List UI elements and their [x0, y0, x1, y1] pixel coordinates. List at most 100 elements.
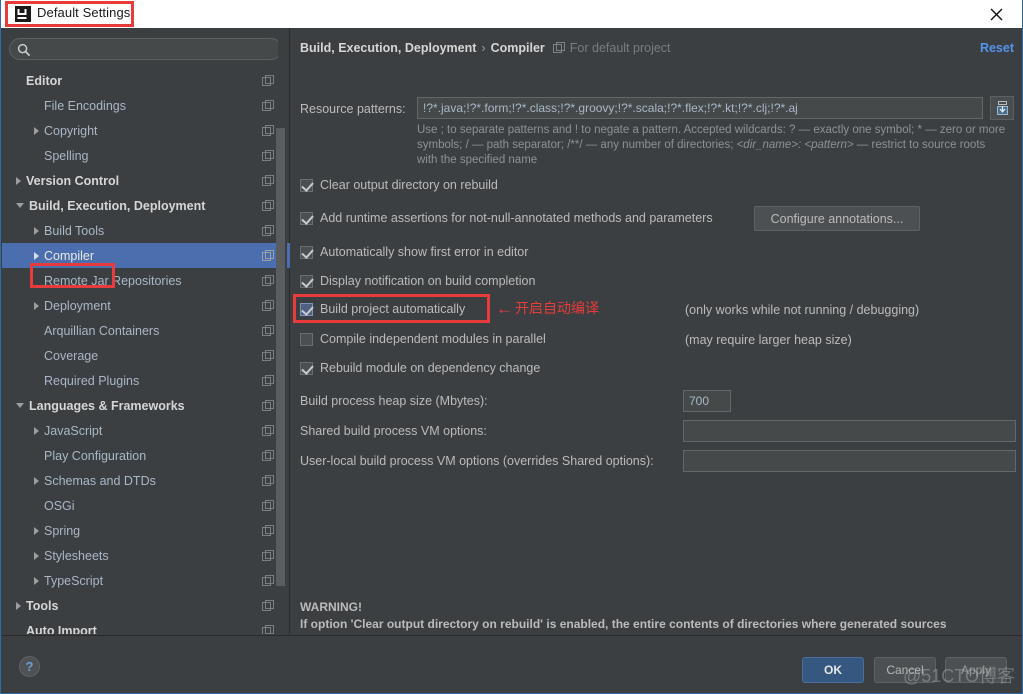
search-input[interactable] [36, 39, 276, 59]
chevron-right-icon[interactable] [34, 552, 39, 560]
search-box[interactable] [9, 38, 282, 60]
help-icon[interactable]: ? [19, 656, 40, 677]
checkbox-display-notification-on-build-completion[interactable]: Display notification on build completion [300, 274, 535, 288]
close-icon[interactable] [976, 0, 1016, 28]
sidebar-item-javascript[interactable]: JavaScript [2, 418, 290, 443]
label-user-local-build-process-vm-options-overrides-shared-options: User-local build process VM options (ove… [300, 454, 654, 468]
chevron-right-icon[interactable] [34, 227, 39, 235]
annotation-arrow-icon: ← [496, 300, 513, 317]
warning-line-1: If option 'Clear output directory on reb… [300, 616, 1015, 633]
sidebar-item-stylesheets[interactable]: Stylesheets [2, 543, 290, 568]
sidebar-item-remote-jar-repositories[interactable]: Remote Jar Repositories [2, 268, 290, 293]
input-user-local-build-process-vm-options-overrides-shared-options[interactable] [683, 450, 1016, 472]
sidebar-item-play-configuration[interactable]: Play Configuration [2, 443, 290, 468]
sidebar-item-label: Languages & Frameworks [29, 399, 185, 413]
chevron-right-icon[interactable] [34, 252, 39, 260]
sidebar-item-spring[interactable]: Spring [2, 518, 290, 543]
chevron-right-icon[interactable] [34, 302, 39, 310]
sidebar-item-spelling[interactable]: Spelling [2, 143, 290, 168]
chevron-right-icon[interactable] [34, 127, 39, 135]
chevron-down-icon[interactable] [16, 403, 24, 408]
compiler-settings-panel: Build, Execution, Deployment › Compiler … [291, 28, 1023, 634]
project-scope-icon [262, 399, 274, 411]
input-shared-build-process-vm-options[interactable] [683, 420, 1016, 442]
chevron-right-icon[interactable] [34, 527, 39, 535]
project-scope-icon [262, 549, 274, 561]
checkbox-rebuild-module-on-dependency-change[interactable]: Rebuild module on dependency change [300, 361, 540, 375]
sidebar-item-arquillian-containers[interactable]: Arquillian Containers [2, 318, 290, 343]
chevron-right-icon[interactable] [34, 427, 39, 435]
project-scope-icon [262, 274, 274, 286]
sidebar-item-copyright[interactable]: Copyright [2, 118, 290, 143]
ok-button[interactable]: OK [802, 657, 864, 683]
sidebar-item-build-tools[interactable]: Build Tools [2, 218, 290, 243]
chevron-right-icon[interactable] [16, 177, 21, 185]
checkbox-box[interactable] [300, 275, 313, 288]
cancel-button[interactable]: Cancel [874, 657, 936, 683]
input-build-process-heap-size-mbytes[interactable] [683, 390, 731, 412]
sidebar-scrollbar-thumb[interactable] [276, 128, 285, 586]
sidebar-item-schemas-and-dtds[interactable]: Schemas and DTDs [2, 468, 290, 493]
sidebar-item-label: Editor [26, 74, 62, 88]
sidebar-item-label: Arquillian Containers [44, 324, 159, 338]
sidebar-item-osgi[interactable]: OSGi [2, 493, 290, 518]
sidebar-item-auto-import[interactable]: Auto Import [2, 618, 290, 634]
sidebar-item-label: TypeScript [44, 574, 103, 588]
project-scope-icon [262, 499, 274, 511]
project-scope-icon [262, 74, 274, 86]
sidebar-item-label: Required Plugins [44, 374, 139, 388]
sidebar-item-editor[interactable]: Editor [2, 68, 290, 93]
sidebar-item-file-encodings[interactable]: File Encodings [2, 93, 290, 118]
sidebar-scrollbar-track[interactable] [278, 28, 287, 594]
hint-line-1: Use ; to separate patterns and ! to nega… [417, 124, 976, 136]
sidebar-item-typescript[interactable]: TypeScript [2, 568, 290, 593]
checkbox-box[interactable] [300, 246, 313, 259]
search-field-wrapper [9, 38, 282, 60]
checkbox-box[interactable] [300, 303, 313, 316]
checkbox-clear-output-directory-on-rebuild[interactable]: Clear output directory on rebuild [300, 178, 498, 192]
checkbox-add-runtime-assertions-for-not-null-annotated-methods-and-parameters[interactable]: Add runtime assertions for not-null-anno… [300, 211, 713, 225]
resource-patterns-input[interactable] [417, 97, 983, 119]
sidebar-item-label: Deployment [44, 299, 111, 313]
checkbox-box[interactable] [300, 212, 313, 225]
sidebar-item-label: Remote Jar Repositories [44, 274, 182, 288]
sidebar-item-compiler[interactable]: Compiler [2, 243, 290, 268]
import-settings-icon[interactable] [990, 96, 1014, 120]
sidebar-item-label: File Encodings [44, 99, 126, 113]
reset-link[interactable]: Reset [980, 41, 1014, 55]
sidebar-item-label: OSGi [44, 499, 75, 513]
sidebar-item-build-execution-deployment[interactable]: Build, Execution, Deployment [2, 193, 290, 218]
configure-annotations-button[interactable]: Configure annotations... [754, 206, 920, 231]
sidebar-item-required-plugins[interactable]: Required Plugins [2, 368, 290, 393]
sidebar-item-tools[interactable]: Tools [2, 593, 290, 618]
sidebar-item-label: Coverage [44, 349, 98, 363]
chevron-right-icon[interactable] [34, 477, 39, 485]
apply-button[interactable]: Apply [945, 657, 1007, 683]
checkbox-automatically-show-first-error-in-editor[interactable]: Automatically show first error in editor [300, 245, 528, 259]
breadcrumb-leaf: Compiler [491, 41, 545, 55]
sidebar-item-deployment[interactable]: Deployment [2, 293, 290, 318]
dialog-footer: ? OK Cancel Apply [2, 635, 1022, 692]
project-scope-icon [262, 149, 274, 161]
project-scope-icon [262, 99, 274, 111]
checkbox-box[interactable] [300, 179, 313, 192]
chevron-right-icon[interactable] [16, 602, 21, 610]
sidebar-item-label: Stylesheets [44, 549, 109, 563]
sidebar-item-label: Tools [26, 599, 58, 613]
chevron-right-icon[interactable] [34, 577, 39, 585]
checkbox-box[interactable] [300, 362, 313, 375]
note-build-project-automatically: (only works while not running / debuggin… [685, 303, 919, 317]
sidebar-item-label: Version Control [26, 174, 119, 188]
sidebar-item-version-control[interactable]: Version Control [2, 168, 290, 193]
annotation-build-automatically: ← 开启自动编译 [496, 298, 599, 318]
checkbox-compile-independent-modules-in-parallel[interactable]: Compile independent modules in parallel [300, 332, 546, 346]
chevron-down-icon[interactable] [16, 203, 24, 208]
checkbox-box[interactable] [300, 333, 313, 346]
sidebar-item-label: Play Configuration [44, 449, 146, 463]
project-scope-icon [262, 199, 274, 211]
project-scope-icon [262, 324, 274, 336]
label-build-process-heap-size-mbytes: Build process heap size (Mbytes): [300, 394, 488, 408]
sidebar-item-languages-frameworks[interactable]: Languages & Frameworks [2, 393, 290, 418]
sidebar-item-coverage[interactable]: Coverage [2, 343, 290, 368]
checkbox-build-project-automatically[interactable]: Build project automatically [300, 302, 465, 316]
